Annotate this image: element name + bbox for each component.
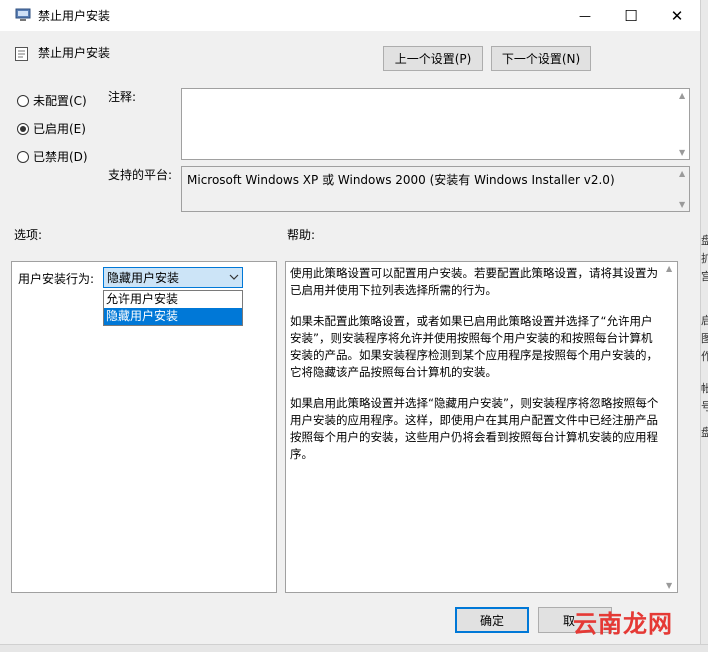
help-paragraph: 如果启用此策略设置并选择“隐藏用户安装”，则安装程序将忽略按照每个用户安装的应用… <box>290 396 659 461</box>
close-button[interactable]: ✕ <box>654 0 700 31</box>
platform-scrollbar[interactable]: ▲ ▼ <box>676 167 689 211</box>
scroll-down-icon[interactable]: ▼ <box>679 200 685 209</box>
window-title: 禁止用户安装 <box>38 9 111 23</box>
ok-button[interactable]: 确定 <box>455 607 529 633</box>
help-panel: 使用此策略设置可以配置用户安装。若要配置此策略设置，请将其设置为已启用并使用下拉… <box>285 261 678 593</box>
comment-textbox[interactable]: ▲ ▼ <box>181 88 690 160</box>
background-text-fragment: 帐 <box>701 382 708 395</box>
background-text-fragment: 作 <box>701 350 708 363</box>
maximize-button[interactable]: ☐ <box>608 0 654 31</box>
background-text-fragment: 图 <box>701 332 708 345</box>
platform-textbox[interactable]: Microsoft Windows XP 或 Windows 2000 (安装有… <box>181 166 690 212</box>
watermark-logo: 云南龙网 <box>573 609 673 638</box>
dropdown-value: 隐藏用户安装 <box>107 271 180 285</box>
comment-scrollbar[interactable]: ▲ ▼ <box>676 89 689 159</box>
dropdown-option-hide[interactable]: 隐藏用户安装 <box>104 308 242 325</box>
radio-label: 未配置(C) <box>33 94 87 108</box>
radio-label: 已启用(E) <box>33 122 86 136</box>
radio-disabled[interactable]: 已禁用(D) <box>17 148 88 165</box>
scroll-down-icon[interactable]: ▼ <box>666 581 672 590</box>
help-text: 使用此策略设置可以配置用户安装。若要配置此策略设置，请将其设置为已启用并使用下拉… <box>290 265 662 477</box>
policy-icon <box>15 8 31 22</box>
previous-setting-button[interactable]: 上一个设置(P) <box>383 46 483 71</box>
help-label: 帮助: <box>287 228 316 242</box>
policy-setting-icon <box>14 46 30 62</box>
help-paragraph: 如果未配置此策略设置，或者如果已启用此策略设置并选择了“允许用户安装”，则安装程… <box>290 314 658 379</box>
platform-text: Microsoft Windows XP 或 Windows 2000 (安装有… <box>187 173 615 187</box>
close-icon: ✕ <box>670 6 684 25</box>
dropdown-option-allow[interactable]: 允许用户安装 <box>104 291 242 308</box>
comment-label: 注释: <box>108 90 137 104</box>
scroll-down-icon[interactable]: ▼ <box>679 148 685 157</box>
dropdown-list: 允许用户安装 隐藏用户安装 <box>103 290 243 326</box>
radio-enabled[interactable]: 已启用(E) <box>17 120 86 137</box>
next-setting-button[interactable]: 下一个设置(N) <box>491 46 591 71</box>
background-text-fragment: 宫 <box>701 270 708 283</box>
chevron-down-icon <box>229 271 239 285</box>
options-label: 选项: <box>14 228 43 242</box>
background-text-fragment: 号 <box>701 400 708 413</box>
maximize-icon: ☐ <box>624 6 638 25</box>
background-text-fragment: 扩 <box>701 252 708 265</box>
radio-circle <box>17 150 29 163</box>
minimize-button[interactable]: — <box>562 0 608 31</box>
minimize-icon: — <box>579 8 591 23</box>
radio-label: 已禁用(D) <box>33 150 88 164</box>
background-text-fragment: 盘 <box>701 426 708 439</box>
policy-name: 禁止用户安装 <box>38 46 111 60</box>
background-text-fragment: 盘 <box>701 234 708 247</box>
scroll-up-icon[interactable]: ▲ <box>679 91 685 100</box>
background-window-edge: 盘扩宫启图作帐号盘 <box>700 0 708 652</box>
scroll-up-icon[interactable]: ▲ <box>666 264 672 273</box>
install-behavior-dropdown[interactable]: 隐藏用户安装 <box>103 267 243 288</box>
radio-circle <box>17 94 29 107</box>
help-paragraph: 使用此策略设置可以配置用户安装。若要配置此策略设置，请将其设置为已启用并使用下拉… <box>290 266 658 297</box>
comment-text <box>182 89 689 95</box>
radio-not-configured[interactable]: 未配置(C) <box>17 92 87 109</box>
help-scrollbar[interactable]: ▲ ▼ <box>663 262 677 592</box>
scroll-up-icon[interactable]: ▲ <box>679 169 685 178</box>
background-bottom-edge <box>0 644 708 652</box>
platform-label: 支持的平台: <box>108 168 173 182</box>
radio-circle-checked <box>17 122 29 135</box>
background-text-fragment: 启 <box>701 314 708 327</box>
install-behavior-label: 用户安装行为: <box>18 272 95 286</box>
